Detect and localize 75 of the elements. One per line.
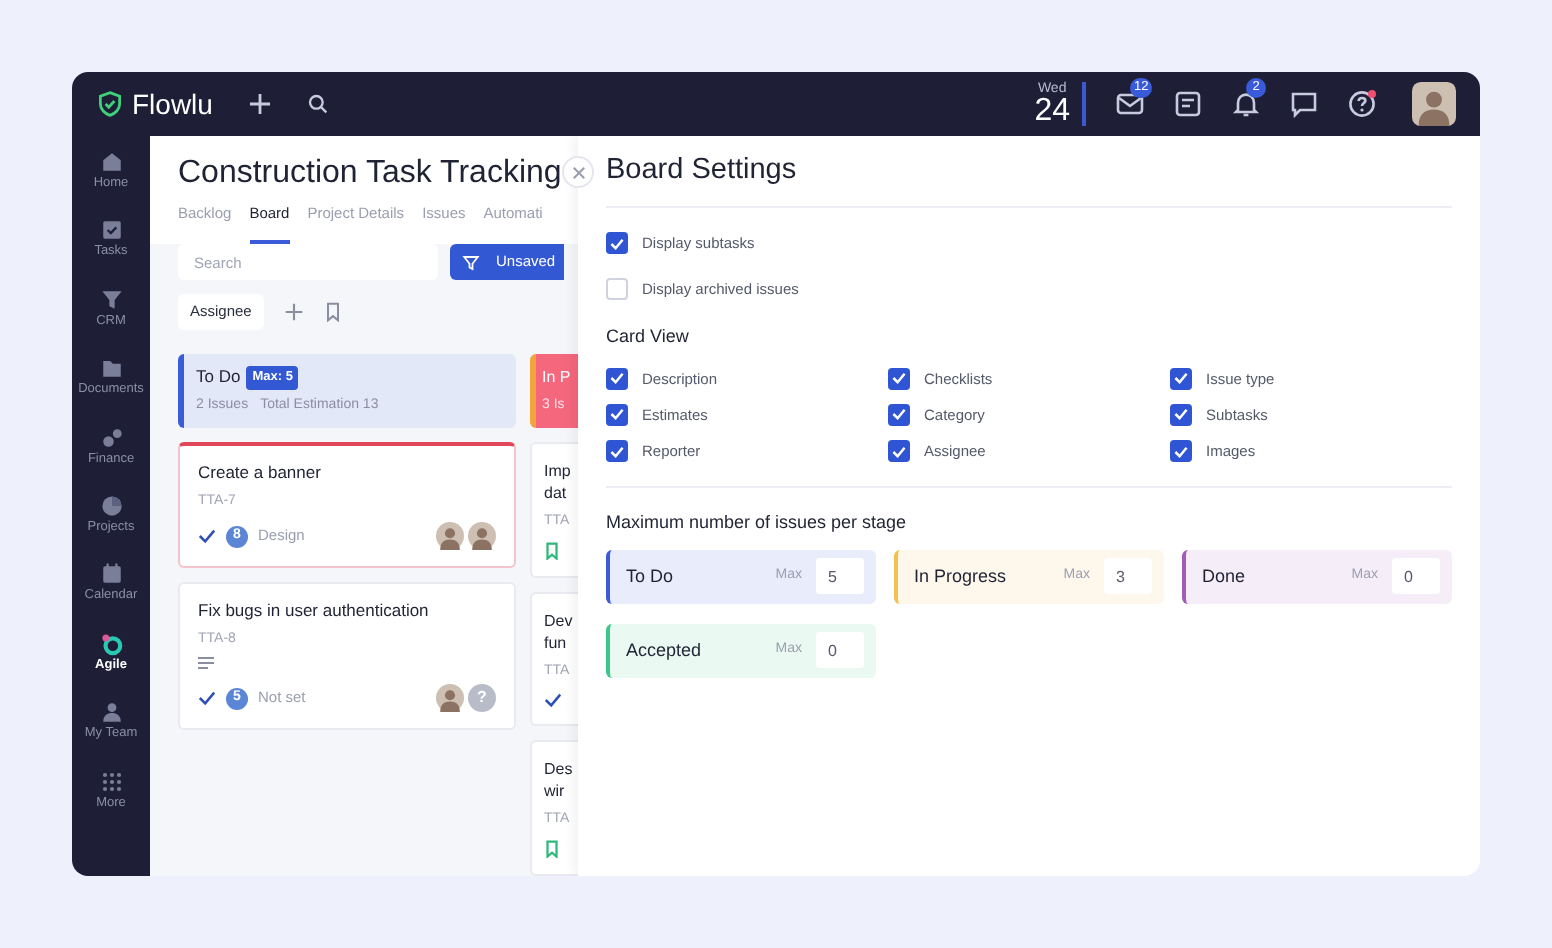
column-title: In P: [542, 365, 571, 390]
max-field[interactable]: 5: [816, 558, 864, 595]
note-icon[interactable]: [1172, 88, 1204, 120]
checkbox[interactable]: [606, 278, 628, 300]
grid-icon: [97, 767, 125, 796]
check-icon: [892, 372, 906, 385]
bookmark-icon[interactable]: [323, 302, 342, 322]
max-field[interactable]: 3: [1104, 558, 1152, 595]
card-title: Des: [544, 758, 575, 780]
check-icon: [1174, 408, 1188, 421]
envelope-icon[interactable]: [1114, 88, 1146, 120]
funnel-icon: [462, 253, 480, 271]
bell-icon[interactable]: [1230, 88, 1262, 120]
page-title: Construction Task Tracking: [178, 154, 562, 194]
card-title: Imp: [544, 460, 573, 482]
check-icon: [610, 372, 624, 385]
check-icon: [610, 408, 624, 421]
check-icon: [610, 237, 624, 249]
check-icon: [892, 445, 906, 458]
close-icon: [571, 165, 585, 179]
checkbox[interactable]: [606, 232, 628, 254]
checkbox[interactable]: [1170, 440, 1192, 463]
logo-text: Flowlu: [132, 85, 213, 123]
clipboard-icon: [97, 216, 125, 245]
shield-check-icon: [96, 90, 124, 118]
pie-icon: [97, 491, 125, 520]
bookmark-icon: [544, 542, 560, 560]
calendar-icon: [97, 560, 125, 589]
plus-icon[interactable]: [248, 92, 273, 116]
check-icon: [198, 690, 216, 706]
bookmark-icon: [544, 840, 560, 858]
checkbox[interactable]: [606, 403, 628, 426]
date-label: 24: [1034, 95, 1070, 127]
avatar: [1412, 82, 1456, 126]
checkbox[interactable]: [888, 367, 910, 390]
section-heading: Maximum number of issues per stage: [606, 510, 909, 537]
max-field[interactable]: 0: [816, 632, 864, 669]
coins-icon: [97, 423, 125, 452]
card-title: Fix bugs in user authentication: [198, 600, 431, 622]
ring-icon: [97, 629, 125, 658]
checkbox[interactable]: [606, 367, 628, 390]
funnel-icon: [97, 285, 125, 314]
avatar: [468, 522, 496, 550]
check-icon: [1174, 372, 1188, 385]
help-icon[interactable]: [1346, 88, 1378, 120]
max-field[interactable]: 0: [1392, 558, 1440, 595]
avatar: [436, 684, 464, 712]
column-title: To Do: [196, 364, 241, 391]
section-heading: Card View: [606, 324, 691, 350]
panel-title: Board Settings: [606, 151, 797, 190]
checkbox[interactable]: [606, 440, 628, 463]
chat-icon[interactable]: [1288, 88, 1320, 120]
avatar-placeholder: ?: [468, 684, 496, 712]
search-icon[interactable]: [308, 94, 329, 114]
check-icon: [1174, 445, 1188, 458]
check-icon: [610, 445, 624, 458]
checkbox[interactable]: [888, 440, 910, 463]
check-icon: [892, 408, 906, 421]
people-icon: [97, 698, 125, 727]
stage-name: Done: [1202, 563, 1248, 589]
checkbox[interactable]: [1170, 367, 1192, 390]
stage-name: In Progress: [914, 563, 1009, 590]
stage-name: To Do: [626, 563, 676, 589]
avatar: [436, 522, 464, 550]
card-title: dat: [544, 482, 569, 504]
card-title: Create a banner: [198, 462, 323, 484]
checkbox[interactable]: [1170, 403, 1192, 426]
check-icon: [544, 692, 562, 708]
card-title: Dev: [544, 610, 575, 632]
card-title: wir: [544, 780, 567, 802]
check-icon: [198, 528, 216, 544]
card-title: fun: [544, 632, 569, 654]
house-icon: [97, 148, 125, 176]
checkbox[interactable]: [888, 403, 910, 426]
stage-name: Accepted: [626, 637, 704, 664]
